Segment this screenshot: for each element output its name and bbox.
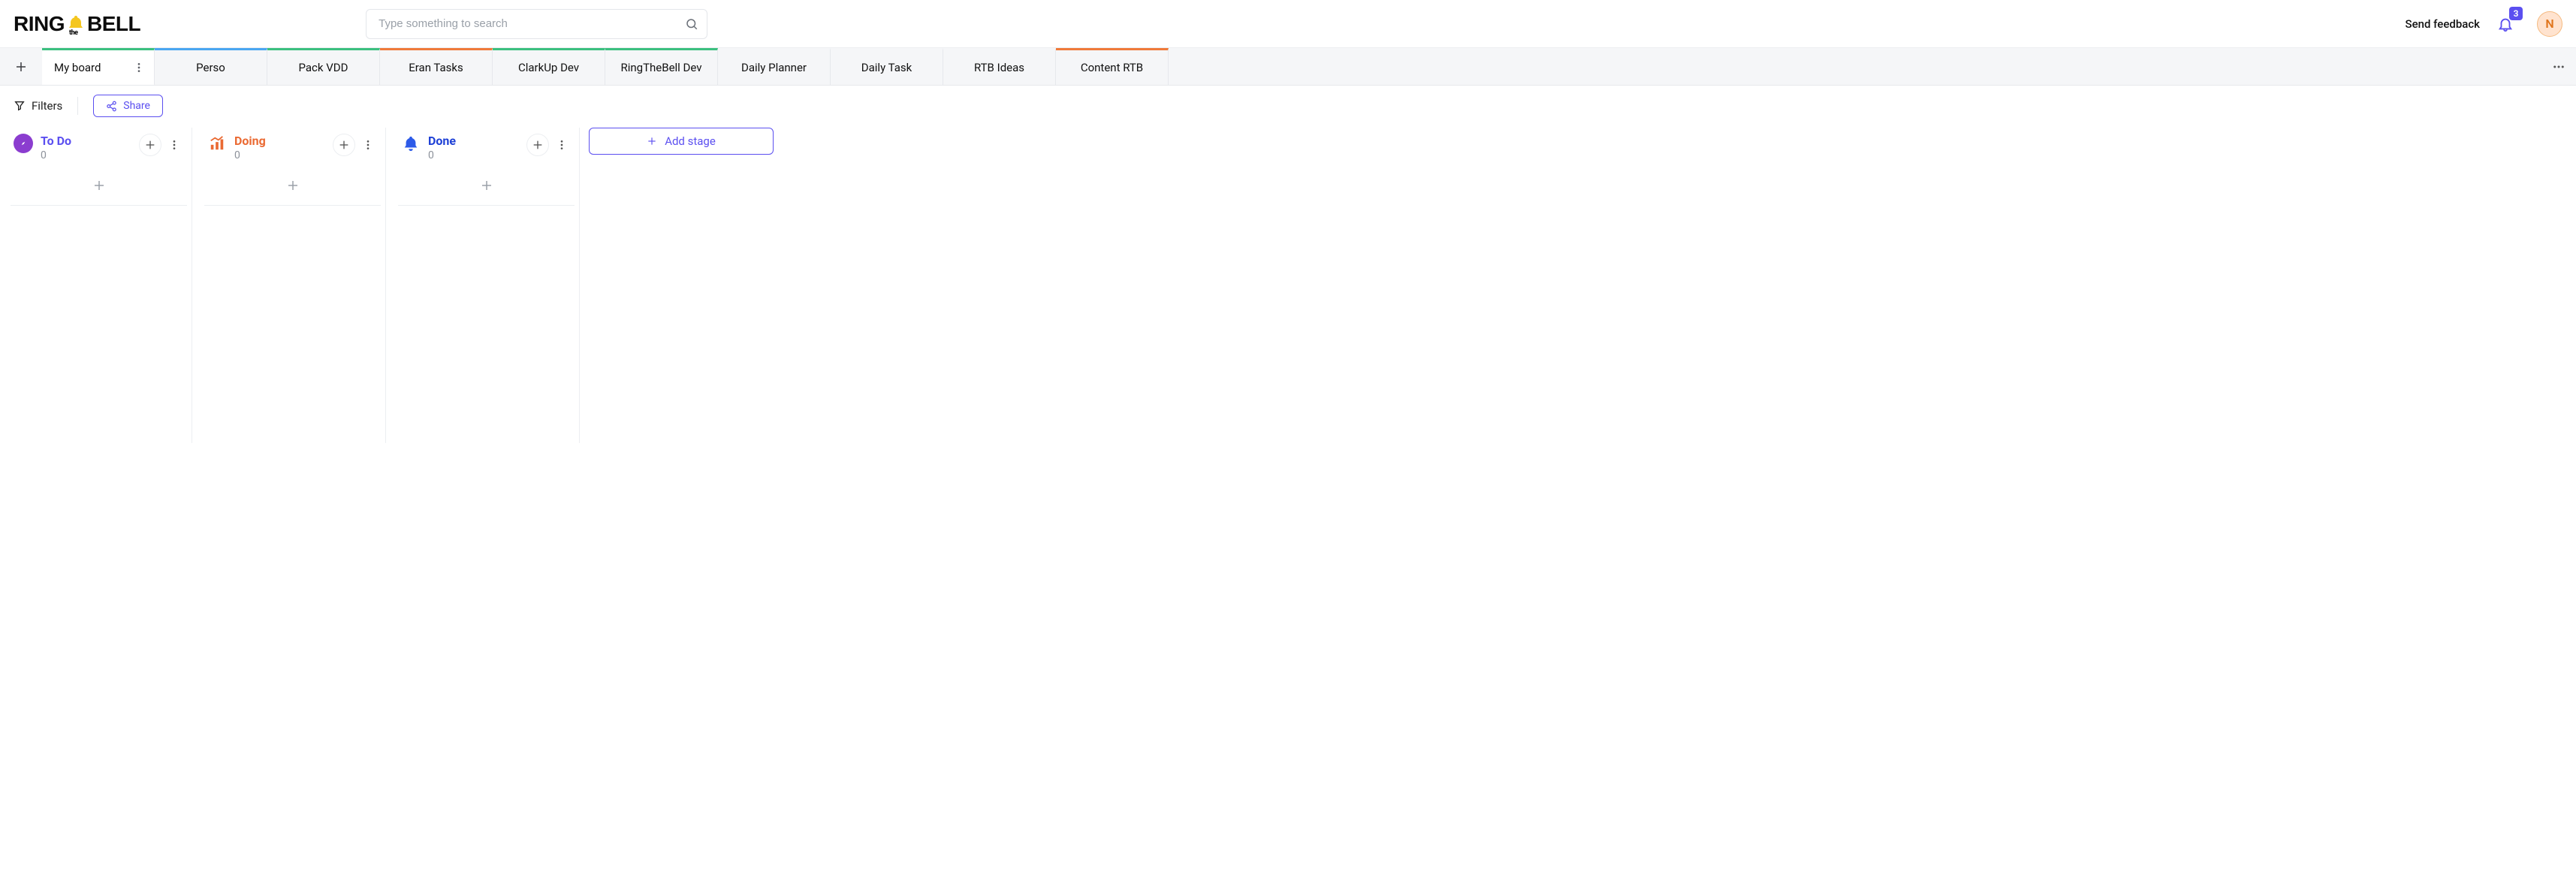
header: RINGtheBELL .logo { position: relative; … xyxy=(0,0,2576,48)
board-tabs: My board Perso Pack VDD Eran Tasks ClarkUp D… xyxy=(0,48,2576,86)
stage-count: 0 xyxy=(428,149,519,161)
board-tab-label: Daily Planner xyxy=(741,61,807,74)
plus-icon xyxy=(144,139,156,151)
plus-icon xyxy=(647,136,657,146)
stage-menu-button[interactable] xyxy=(550,134,573,156)
search-input[interactable] xyxy=(366,9,707,39)
stage-header: Done0 xyxy=(395,128,578,166)
send-feedback-link[interactable]: Send feedback xyxy=(2406,17,2480,31)
stage-add-button[interactable] xyxy=(526,134,549,156)
board-tab[interactable]: Content RTB xyxy=(1056,48,1169,85)
stage-menu-button[interactable] xyxy=(163,134,186,156)
logo[interactable]: RING the BELL xyxy=(14,12,140,36)
stage-separator xyxy=(11,205,187,206)
share-button[interactable]: Share xyxy=(93,95,163,117)
filters-button[interactable]: Filters xyxy=(14,99,62,113)
board-tab[interactable]: Daily Planner xyxy=(718,48,831,85)
dots-vertical-icon xyxy=(556,139,568,151)
notification-count-badge: 3 xyxy=(2509,7,2523,20)
plus-icon xyxy=(532,139,544,151)
share-icon xyxy=(106,101,117,112)
board-tab[interactable]: Pack VDD xyxy=(267,48,380,85)
stage-title: Done xyxy=(428,134,519,148)
stage-icon xyxy=(207,134,227,153)
plus-icon xyxy=(286,179,300,192)
board-toolbar: Filters Share xyxy=(0,86,2576,122)
stage-icon xyxy=(401,134,421,153)
board-tab-label: ClarkUp Dev xyxy=(518,61,579,74)
board-tab[interactable]: RTB Ideas xyxy=(943,48,1056,85)
add-card-button[interactable] xyxy=(281,173,305,197)
add-stage-button[interactable]: Add stage xyxy=(589,128,774,155)
dots-vertical-icon xyxy=(133,62,145,74)
board-tab[interactable]: ClarkUp Dev xyxy=(493,48,605,85)
stage-icon xyxy=(14,134,33,153)
board-tab-label: RingTheBell Dev xyxy=(620,61,701,74)
dots-vertical-icon xyxy=(362,139,374,151)
stage-add-button[interactable] xyxy=(139,134,161,156)
tabs-overflow-button[interactable] xyxy=(2547,48,2570,85)
add-board-button[interactable] xyxy=(0,48,42,85)
board-tab-label: Perso xyxy=(196,61,225,74)
board-tab[interactable]: Perso xyxy=(155,48,267,85)
stage-add-button[interactable] xyxy=(333,134,355,156)
stage-title: Doing xyxy=(234,134,325,148)
share-label: Share xyxy=(123,100,150,112)
filter-icon xyxy=(14,100,26,112)
board-tab-label: Daily Task xyxy=(861,61,912,74)
stage-title-wrap: Done0 xyxy=(428,134,519,161)
stage-header-actions xyxy=(139,134,186,156)
kanban-board: To Do0Doing0Done0Add stage xyxy=(0,122,2576,886)
add-card-button[interactable] xyxy=(475,173,499,197)
stage-separator xyxy=(204,205,381,206)
board-tab-label: Pack VDD xyxy=(299,61,348,74)
dots-horizontal-icon xyxy=(2552,60,2565,74)
stage-count: 0 xyxy=(234,149,325,161)
stage-title: To Do xyxy=(41,134,131,148)
stage-title-wrap: To Do0 xyxy=(41,134,131,161)
stage-header-actions xyxy=(333,134,379,156)
stage-title-wrap: Doing0 xyxy=(234,134,325,161)
board-tab[interactable]: Daily Task xyxy=(831,48,943,85)
plus-icon xyxy=(338,139,350,151)
plus-icon xyxy=(14,60,28,74)
search-wrap xyxy=(366,9,707,39)
board-tab-menu-button[interactable] xyxy=(130,59,148,77)
board-tab-label: My board xyxy=(54,61,101,74)
stage-menu-button[interactable] xyxy=(357,134,379,156)
stage-column: To Do0 xyxy=(8,128,192,443)
toolbar-divider xyxy=(77,97,78,115)
search-icon[interactable] xyxy=(685,17,698,31)
board-tab[interactable]: Eran Tasks xyxy=(380,48,493,85)
stage-header-actions xyxy=(526,134,573,156)
notifications-button[interactable]: 3 xyxy=(2495,14,2516,35)
logo-text-bell: BELL xyxy=(87,12,140,36)
add-card-button[interactable] xyxy=(87,173,111,197)
dots-vertical-icon xyxy=(168,139,180,151)
avatar[interactable]: N xyxy=(2537,11,2562,37)
plus-icon xyxy=(480,179,493,192)
logo-text-the: the xyxy=(69,29,78,37)
stage-count: 0 xyxy=(41,149,131,161)
plus-icon xyxy=(92,179,106,192)
board-tab-label: RTB Ideas xyxy=(974,61,1024,74)
board-tab[interactable]: My board xyxy=(42,48,155,85)
stage-separator xyxy=(398,205,575,206)
add-stage-label: Add stage xyxy=(665,134,716,148)
filters-label: Filters xyxy=(32,99,62,113)
board-tab-label: Content RTB xyxy=(1081,61,1143,74)
stage-column: Done0 xyxy=(395,128,580,443)
board-tab-label: Eran Tasks xyxy=(409,61,463,74)
stage-header: To Do0 xyxy=(8,128,190,166)
logo-text-ring: RING xyxy=(14,12,65,36)
stage-column: Doing0 xyxy=(201,128,386,443)
board-tab[interactable]: RingTheBell Dev xyxy=(605,48,718,85)
stage-header: Doing0 xyxy=(201,128,384,166)
